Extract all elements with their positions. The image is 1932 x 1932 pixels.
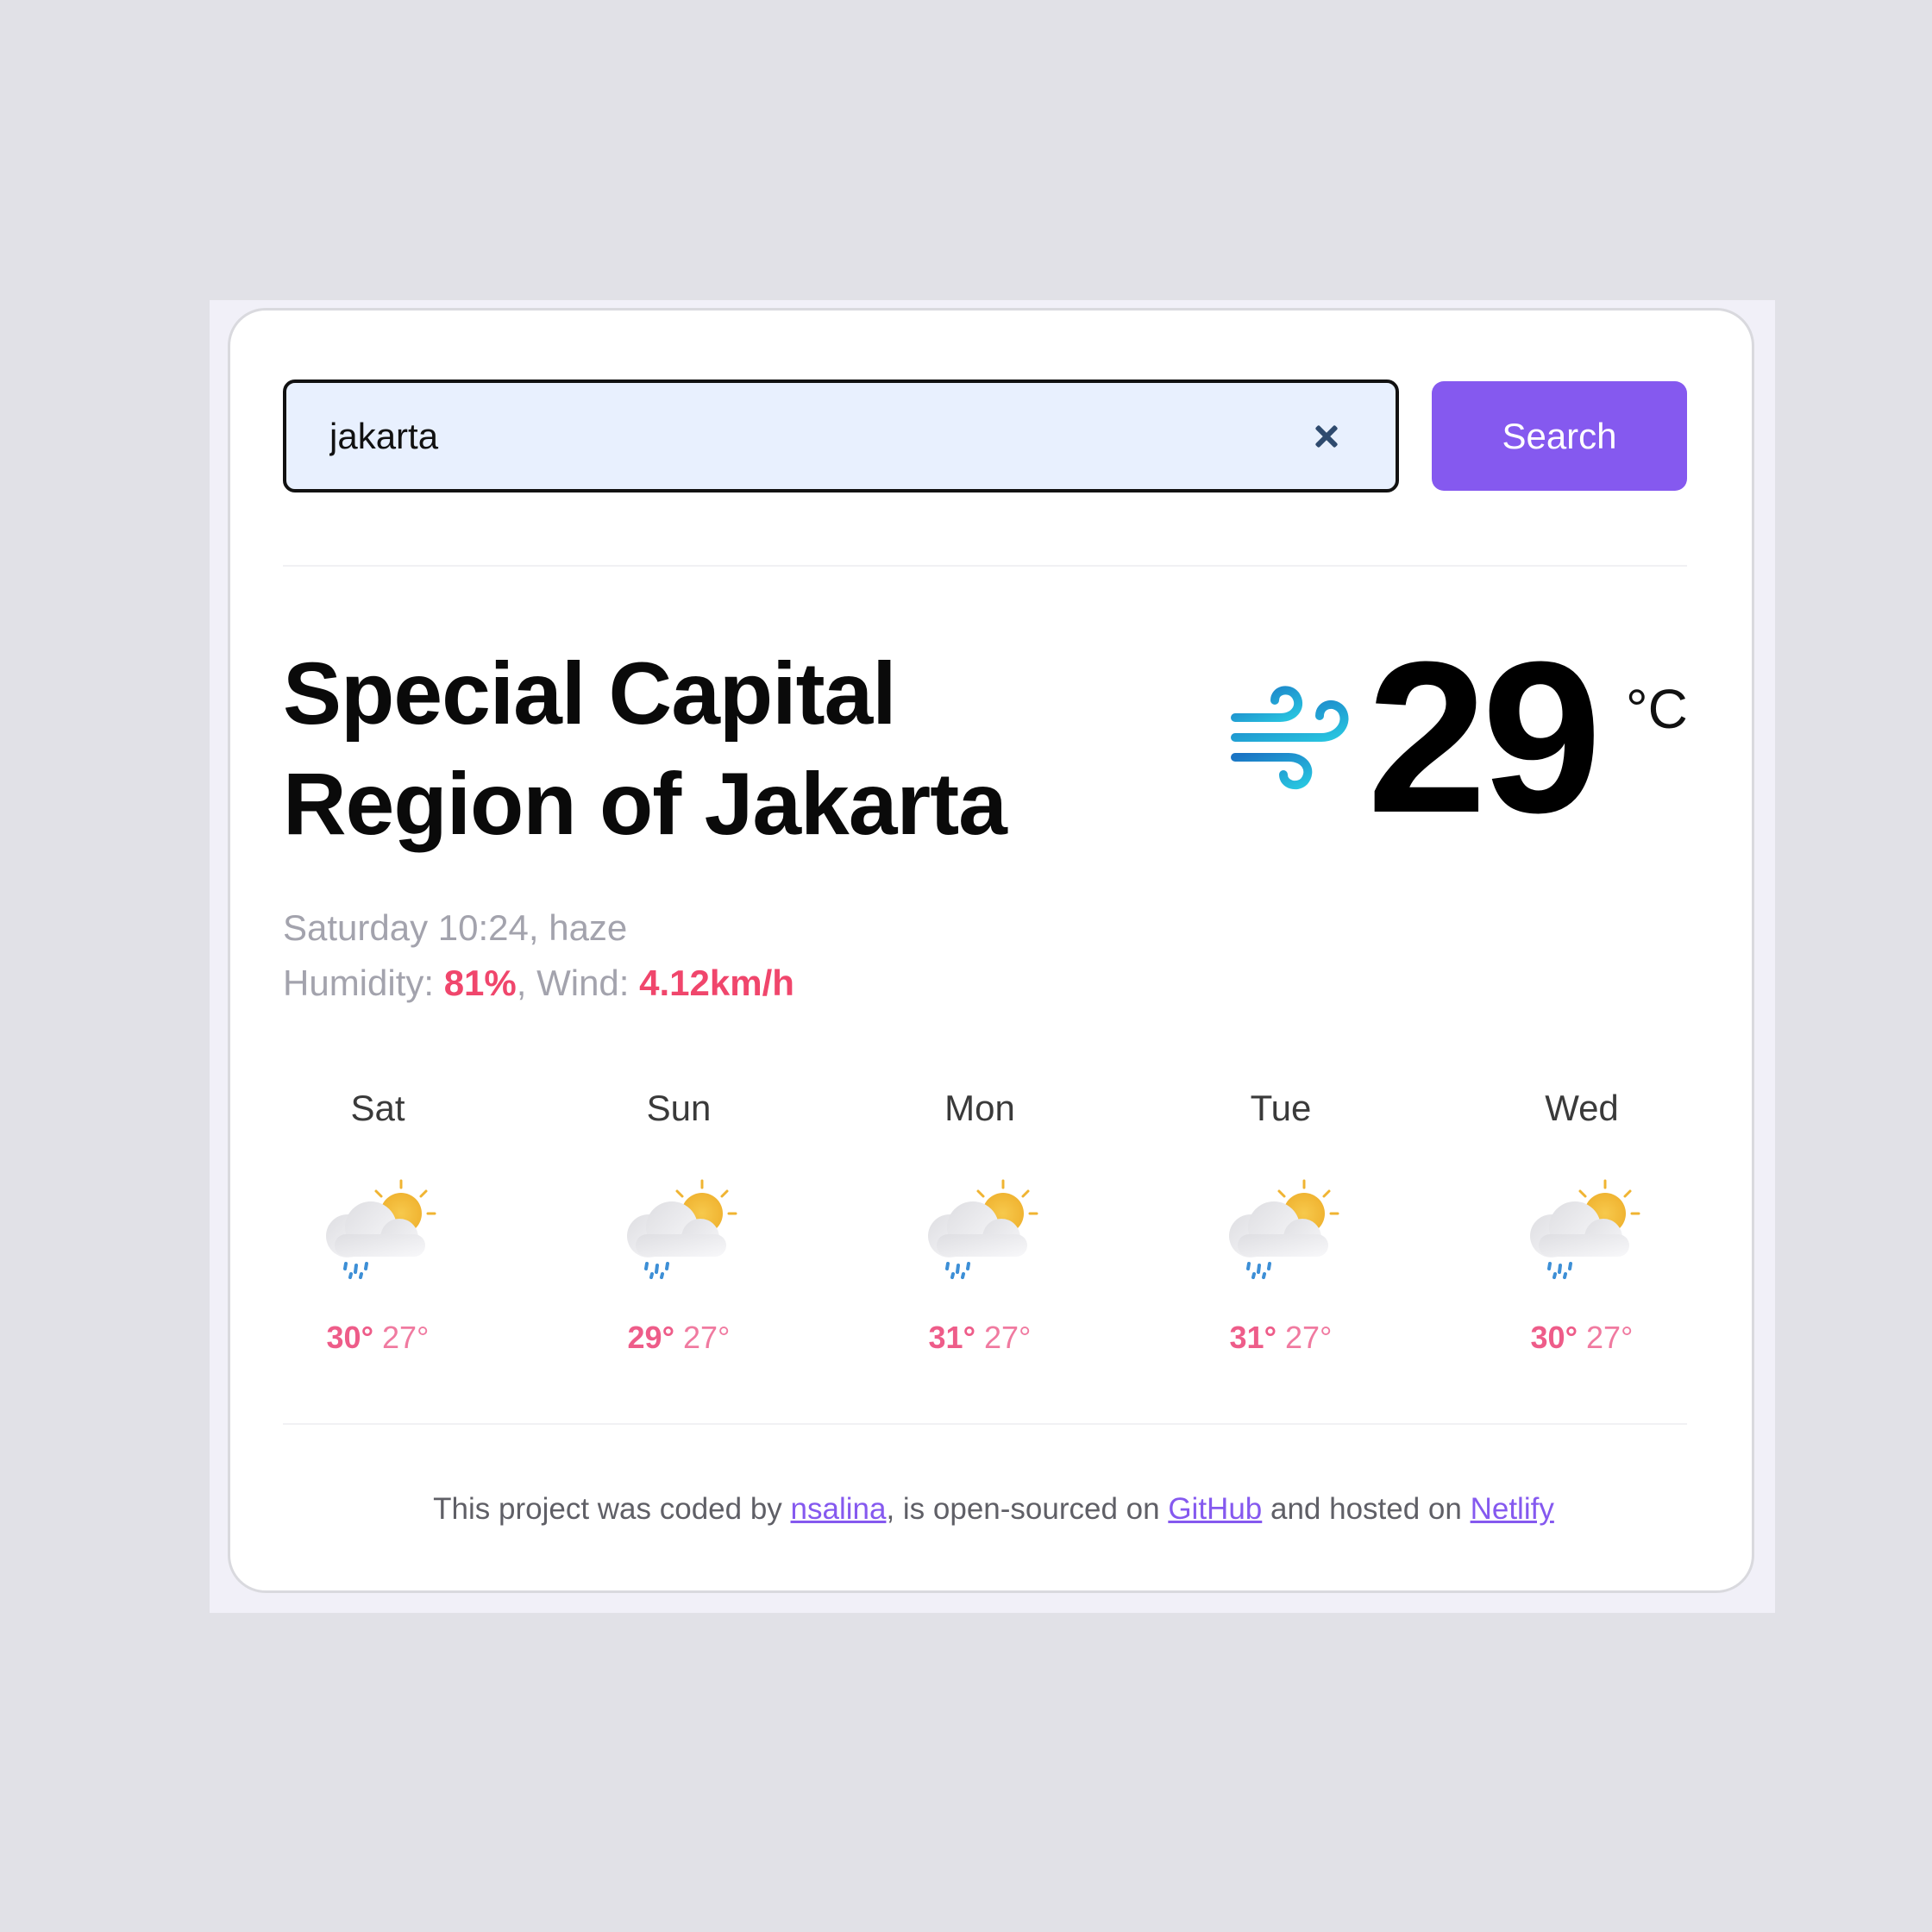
forecast-day: Wed 30° 27°: [1487, 1082, 1677, 1356]
forecast-min: 27°: [1285, 1320, 1333, 1355]
partly-cloudy-rain-icon: [919, 1177, 1040, 1289]
weather-card: Search Special Capital Region of Jakarta…: [228, 308, 1754, 1593]
footer-text: , is open-sourced on: [886, 1492, 1169, 1526]
wind-icon: [1231, 686, 1349, 790]
forecast-day: Tue 31° 27°: [1186, 1082, 1376, 1356]
datetime-description: Saturday 10:24, haze: [283, 907, 628, 948]
footer-text: and hosted on: [1262, 1492, 1471, 1526]
page-frame: Search Special Capital Region of Jakarta…: [210, 300, 1775, 1613]
forecast-day-name: Wed: [1545, 1088, 1619, 1128]
forecast-min: 27°: [1586, 1320, 1634, 1355]
forecast-day-name: Sat: [350, 1088, 405, 1128]
partly-cloudy-rain-icon: [317, 1177, 438, 1289]
divider: [283, 1423, 1687, 1425]
partly-cloudy-rain-icon: [1220, 1177, 1341, 1289]
forecast-max: 31°: [1229, 1320, 1276, 1355]
netlify-link[interactable]: Netlify: [1471, 1492, 1554, 1526]
github-link[interactable]: GitHub: [1168, 1492, 1262, 1526]
humidity-value: 81%: [443, 963, 517, 1003]
forecast-temps: 30° 27°: [1487, 1320, 1677, 1356]
forecast-min: 27°: [984, 1320, 1032, 1355]
search-box: [283, 380, 1399, 492]
wind-value: 4.12km/h: [639, 963, 794, 1003]
forecast-min: 27°: [683, 1320, 731, 1355]
humidity-label: Humidity:: [283, 963, 444, 1003]
forecast-max: 31°: [928, 1320, 975, 1355]
forecast-day-name: Tue: [1250, 1088, 1312, 1128]
partly-cloudy-rain-icon: [618, 1177, 739, 1289]
forecast-max: 30°: [1530, 1320, 1578, 1355]
footer-text: This project was coded by: [433, 1492, 791, 1526]
forecast-day: Sun 29° 27°: [584, 1082, 774, 1356]
weather-details: Saturday 10:24, haze Humidity: 81%, Wind…: [283, 900, 794, 1011]
search-input[interactable]: [329, 415, 1309, 457]
partly-cloudy-rain-icon: [1521, 1177, 1642, 1289]
forecast-max: 29°: [627, 1320, 674, 1355]
forecast-max: 30°: [326, 1320, 373, 1355]
forecast-day: Mon 31° 27°: [885, 1082, 1075, 1356]
forecast-day: Sat 30° 27°: [283, 1082, 473, 1356]
forecast-temps: 31° 27°: [885, 1320, 1075, 1356]
forecast: Sat 30° 27° Sun 29° 27° Mon 31° 27° Tue …: [283, 1082, 1788, 1367]
clear-icon[interactable]: [1309, 419, 1344, 454]
forecast-temps: 30° 27°: [283, 1320, 473, 1356]
footer: This project was coded by nsalina, is op…: [230, 1492, 1757, 1527]
city-name: Special Capital Region of Jakarta: [283, 644, 1007, 853]
forecast-temps: 31° 27°: [1186, 1320, 1376, 1356]
forecast-temps: 29° 27°: [584, 1320, 774, 1356]
forecast-min: 27°: [382, 1320, 430, 1355]
divider: [283, 565, 1687, 567]
author-link[interactable]: nsalina: [791, 1492, 887, 1526]
temperature-unit[interactable]: °C: [1626, 677, 1688, 741]
wind-label: , Wind:: [516, 963, 640, 1003]
current-temperature: 29: [1367, 617, 1602, 857]
humidity-wind-line: Humidity: 81%, Wind: 4.12km/h: [283, 956, 794, 1011]
search-button[interactable]: Search: [1432, 381, 1687, 491]
forecast-day-name: Sun: [646, 1088, 712, 1128]
forecast-day-name: Mon: [944, 1088, 1015, 1128]
